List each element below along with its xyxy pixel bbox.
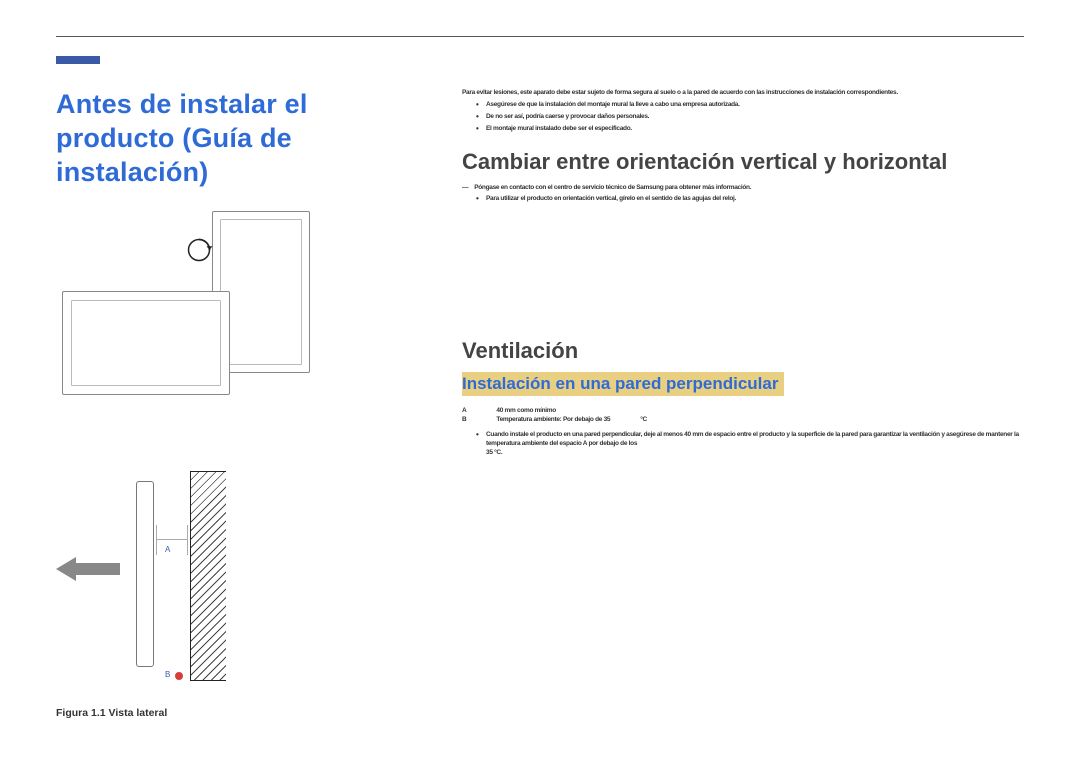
orientation-diagram xyxy=(62,211,312,411)
orientation-bullet: Para utilizar el producto en orientación… xyxy=(476,194,1024,203)
warning-intro: Para evitar lesiones, este aparato debe … xyxy=(462,88,982,97)
figure-caption: Figura 1.1 Vista lateral xyxy=(56,707,426,719)
ventilation-heading: Ventilación xyxy=(462,338,1024,364)
orientation-heading: Cambiar entre orientación vertical y hor… xyxy=(462,149,1024,175)
dimension-label-b: B xyxy=(165,670,170,679)
safety-warning: Para evitar lesiones, este aparato debe … xyxy=(462,88,1024,133)
panel-landscape xyxy=(62,291,230,395)
spec-b-value: Temperatura ambiente: Por debajo de 35 xyxy=(496,415,610,424)
warning-item: El montaje mural instalado debe ser el e… xyxy=(476,124,1024,133)
accent-bar xyxy=(56,56,100,64)
orientation-note: Póngase en contacto con el centro de ser… xyxy=(474,183,751,192)
spacer xyxy=(462,204,1024,324)
rotate-clockwise-icon xyxy=(184,235,214,265)
page-title: Antes de instalar el producto (Guía de i… xyxy=(56,88,426,189)
ventilation-specs: A 40 mm como mínimo B Temperatura ambien… xyxy=(462,406,1024,424)
page-body: Antes de instalar el producto (Guía de i… xyxy=(56,88,1024,733)
note-dash: ― xyxy=(462,183,468,192)
gap-dimension xyxy=(156,539,188,540)
left-column: Antes de instalar el producto (Guía de i… xyxy=(56,88,426,733)
temperature-point-icon xyxy=(175,672,183,680)
spec-a-label: A xyxy=(462,406,466,415)
dimension-label-a: A xyxy=(165,545,170,554)
warning-item: Asegúrese de que la instalación del mont… xyxy=(476,100,1024,109)
top-rule xyxy=(56,36,1024,37)
ventilation-subheading: Instalación en una pared perpendicular xyxy=(462,372,784,396)
orientation-info: ― Póngase en contacto con el centro de s… xyxy=(462,183,1024,203)
ventilation-bullet-tail: 35 °C. xyxy=(486,449,502,456)
spec-b-label: B xyxy=(462,415,466,424)
spec-a-value: 40 mm como mínimo xyxy=(496,406,556,415)
warning-item: De no ser así, podría caerse y provocar … xyxy=(476,112,1024,121)
arrow-left-icon xyxy=(56,555,120,583)
side-view-figure: A B xyxy=(56,471,376,701)
ventilation-notes: Cuando instale el producto en una pared … xyxy=(476,430,1024,457)
ventilation-bullet: Cuando instale el producto en una pared … xyxy=(476,430,1024,457)
spec-b-unit: °C xyxy=(640,415,647,424)
ventilation-bullet-text: Cuando instale el producto en una pared … xyxy=(486,431,1019,447)
product-side xyxy=(136,481,154,667)
right-column: Para evitar lesiones, este aparato debe … xyxy=(462,88,1024,733)
wall-hatch xyxy=(190,471,226,681)
